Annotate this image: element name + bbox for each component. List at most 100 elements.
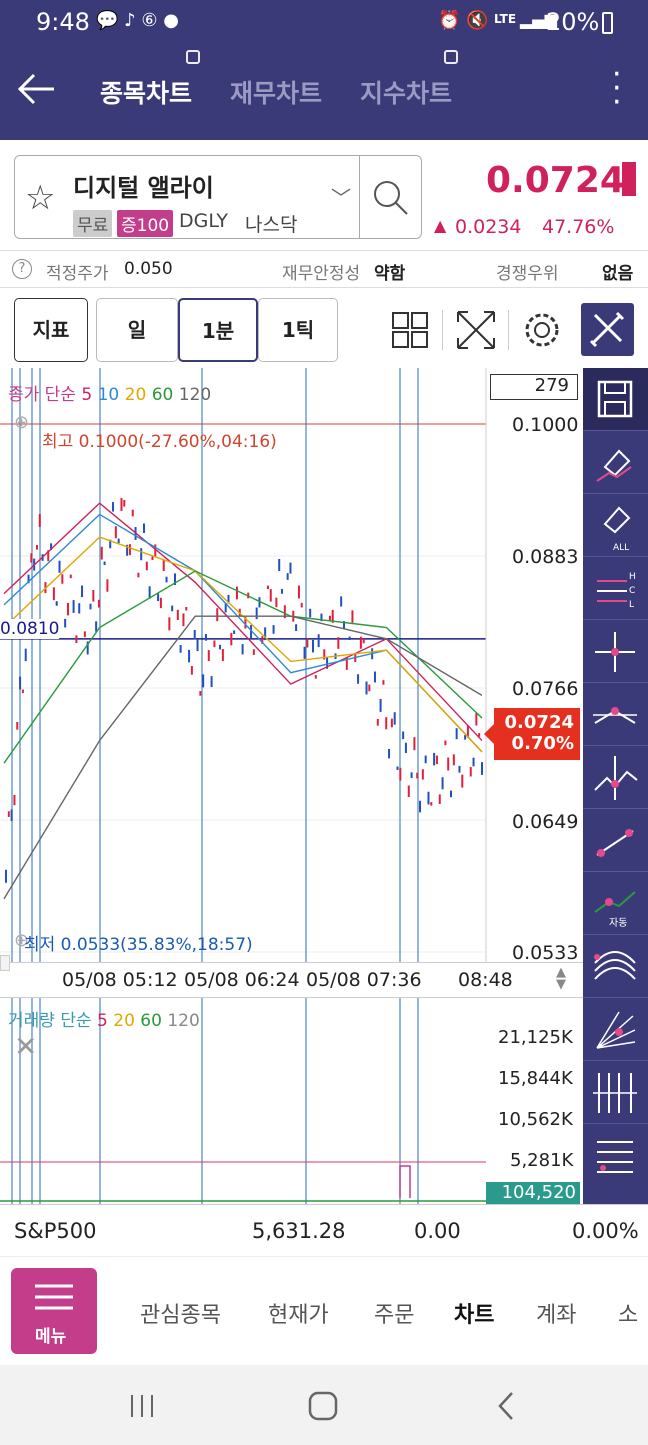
candle <box>157 593 160 602</box>
candle <box>171 605 174 612</box>
candle <box>120 497 123 511</box>
menu-button[interactable]: 메뉴 <box>11 1268 97 1354</box>
candle <box>179 645 182 653</box>
candle <box>351 610 354 623</box>
settings-gear-icon[interactable] <box>522 310 562 350</box>
candle <box>475 713 478 726</box>
nav-order[interactable]: 주문 <box>374 1297 414 1329</box>
favorite-star-icon[interactable]: ☆ <box>25 178 55 218</box>
vol-legend-ma5: 5 <box>97 1011 108 1031</box>
candle <box>100 546 103 560</box>
legend-ma60: 60 <box>151 385 174 405</box>
help-icon[interactable]: ? <box>12 259 32 279</box>
horizontal-line-tool[interactable] <box>583 683 648 746</box>
grid-layout-icon[interactable] <box>392 312 428 348</box>
recent-apps-icon[interactable] <box>128 1393 158 1419</box>
candle <box>221 649 224 662</box>
ticker: DGLY <box>179 210 229 232</box>
back-icon[interactable] <box>496 1391 516 1421</box>
menu-label: 메뉴 <box>35 1327 67 1347</box>
vol-legend-ma20: 20 <box>113 1011 135 1031</box>
more-menu-icon[interactable]: · · · <box>612 60 622 118</box>
candle <box>162 559 165 572</box>
battery-icon <box>602 12 613 34</box>
chart-area[interactable] <box>0 368 583 1204</box>
price-legend: 종가 단순 5 10 20 60 120 <box>8 380 211 405</box>
cross-line-tool[interactable] <box>583 620 648 683</box>
eraser-tool[interactable] <box>583 431 648 494</box>
index-bar[interactable]: S&P500 5,631.28 0.00 0.00% <box>0 1204 648 1256</box>
volume-axis-4: 5,281K <box>510 1150 574 1171</box>
candle <box>455 728 458 740</box>
fibonacci-time-tool[interactable] <box>583 1061 648 1124</box>
high-label: 최고 0.1000(-27.60%,04:16) <box>42 432 277 452</box>
axis-spinner-icon[interactable]: ▲ ▼ <box>556 966 566 991</box>
time-axis[interactable]: 05/08 05:12 05/08 06:24 05/08 07:36 08:4… <box>0 955 583 998</box>
back-arrow-icon[interactable] <box>16 72 56 106</box>
candle <box>461 774 464 788</box>
candle <box>438 794 441 804</box>
legend-ma20: 20 <box>124 385 147 405</box>
speed-line-tool[interactable] <box>583 998 648 1061</box>
nav-more[interactable]: 소 <box>618 1297 638 1329</box>
candle <box>450 790 453 798</box>
tab-stock-chart[interactable]: 종목차트 <box>100 74 192 110</box>
legend-ma10: 10 <box>97 385 120 405</box>
system-nav-bar <box>0 1365 648 1445</box>
candle <box>255 607 258 620</box>
candle <box>396 766 399 771</box>
hcl-line-tool[interactable]: HCL <box>583 557 648 620</box>
auto-trend-tool[interactable]: 자동 <box>583 872 648 935</box>
candle <box>210 676 213 688</box>
period-1min-button[interactable]: 1분 <box>178 298 258 362</box>
candle <box>92 589 95 602</box>
nav-watchlist[interactable]: 관심종목 <box>140 1297 221 1329</box>
period-day-button[interactable]: 일 <box>96 298 178 362</box>
free-tag: 무료 <box>73 210 113 237</box>
candle <box>97 599 100 608</box>
candle <box>188 649 191 663</box>
candle <box>204 633 207 641</box>
svg-text:자동: 자동 <box>609 917 627 929</box>
fibonacci-level-tool[interactable] <box>583 1124 648 1187</box>
indicator-button[interactable]: 지표 <box>14 298 88 362</box>
nav-chart[interactable]: 차트 <box>454 1297 494 1329</box>
volume-axis-2: 15,844K <box>498 1068 573 1089</box>
time-label-2: 05/08 06:24 <box>184 969 300 991</box>
vertical-line-tool[interactable] <box>583 746 648 809</box>
nav-current-price[interactable]: 현재가 <box>268 1297 329 1329</box>
svg-text:ALL: ALL <box>613 543 629 553</box>
candle <box>58 560 61 573</box>
resize-handle[interactable] <box>0 955 10 971</box>
trend-line-tool[interactable] <box>583 809 648 872</box>
candle <box>464 735 467 740</box>
fullscreen-icon[interactable] <box>456 310 496 350</box>
chevron-down-icon[interactable]: ﹀ <box>331 182 351 211</box>
candle <box>404 742 407 754</box>
current-price-tag: 0.0724 0.70% <box>484 708 580 760</box>
candle <box>481 762 483 775</box>
save-tool[interactable] <box>583 368 648 431</box>
tab-financial-chart[interactable]: 재무차트 <box>230 74 322 110</box>
candle <box>235 586 238 600</box>
candle <box>69 574 72 579</box>
candle <box>112 502 115 512</box>
drawing-tools-button[interactable] <box>581 303 634 356</box>
stock-selector[interactable]: ☆ 디지털 앨라이 무료 증100 DGLY 나스닥 ﹀ <box>14 155 422 239</box>
home-icon[interactable] <box>308 1391 338 1421</box>
tab-index-chart[interactable]: 지수차트 <box>360 74 452 110</box>
battery-level: 20% <box>546 8 600 36</box>
close-volume-icon[interactable]: ✕ <box>14 1030 37 1063</box>
period-1tick-button[interactable]: 1틱 <box>258 298 338 362</box>
search-icon[interactable] <box>371 178 411 218</box>
candle <box>5 869 7 883</box>
candle <box>413 737 416 751</box>
erase-all-tool[interactable]: ALL <box>583 494 648 557</box>
fan-tool[interactable] <box>583 935 648 998</box>
nav-account[interactable]: 계좌 <box>536 1297 576 1329</box>
candle <box>185 606 188 611</box>
stock-name: 디지털 앨라이 <box>73 174 214 202</box>
candle <box>114 526 117 539</box>
candle <box>407 785 410 798</box>
candle <box>376 718 379 726</box>
